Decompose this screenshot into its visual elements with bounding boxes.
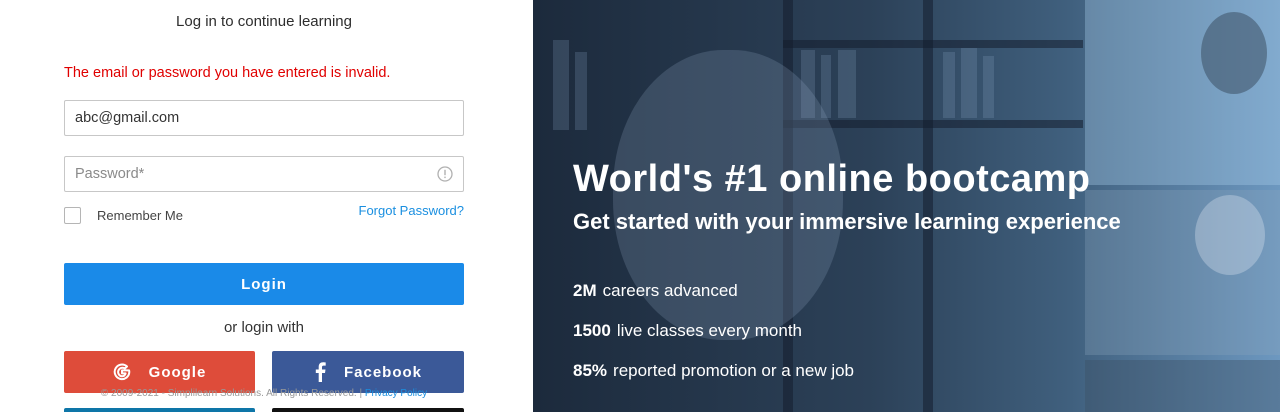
forgot-password-link[interactable]: Forgot Password?: [359, 203, 465, 218]
google-login-button[interactable]: Google: [64, 351, 255, 393]
linkedin-login-button[interactable]: [64, 408, 255, 412]
privacy-policy-link[interactable]: Privacy Policy: [365, 388, 427, 399]
stat-label: live classes every month: [616, 321, 803, 340]
stat-label: careers advanced: [602, 281, 738, 300]
footer: © 2009-2021 - Simplilearn Solutions. All…: [64, 388, 464, 399]
password-input[interactable]: [65, 157, 425, 191]
facebook-icon: [315, 362, 326, 382]
footer-copyright: © 2009-2021 - Simplilearn Solutions. All…: [100, 388, 363, 399]
password-field[interactable]: [64, 156, 464, 192]
hero-panel: World's #1 online bootcamp Get started w…: [533, 0, 1280, 412]
email-field[interactable]: [64, 100, 464, 136]
stat-value: 85%: [573, 361, 608, 380]
email-input[interactable]: [65, 101, 425, 135]
google-icon: [113, 363, 130, 381]
login-button[interactable]: Login: [64, 263, 464, 305]
stat-value: 1500: [573, 321, 611, 340]
apple-login-button[interactable]: [272, 408, 464, 412]
or-login-with-text: or login with: [223, 319, 305, 336]
login-panel: Log in to continue learning The email or…: [0, 0, 533, 412]
stat-live-classes: 1500 live classes every month: [573, 321, 802, 341]
facebook-label: Facebook: [343, 363, 423, 381]
stat-label: reported promotion or a new job: [613, 361, 855, 380]
hero-subtitle: Get started with your immersive learning…: [573, 209, 1121, 234]
stat-careers: 2M careers advanced: [573, 281, 738, 301]
hero-title: World's #1 online bootcamp: [573, 158, 1091, 200]
remember-me-checkbox[interactable]: [64, 207, 81, 224]
info-icon: [437, 166, 453, 182]
remember-me-label: Remember Me: [97, 208, 183, 223]
stat-value: 2M: [573, 281, 597, 300]
login-heading: Log in to continue learning: [176, 13, 352, 30]
remember-me: Remember Me: [64, 207, 183, 224]
stat-promotion: 85% reported promotion or a new job: [573, 361, 854, 381]
error-message: The email or password you have entered i…: [64, 65, 391, 81]
google-label: Google: [148, 363, 207, 381]
facebook-login-button[interactable]: Facebook: [272, 351, 464, 393]
